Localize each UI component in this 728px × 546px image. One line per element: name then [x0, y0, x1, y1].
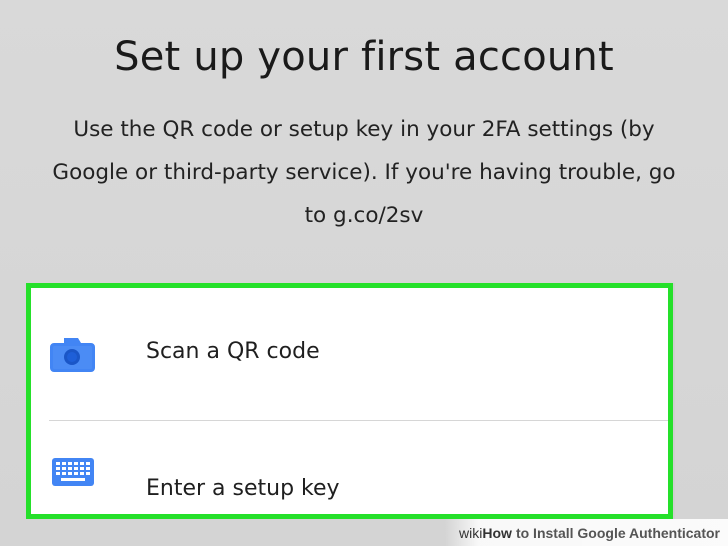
screen: Set up your first account Use the QR cod…	[0, 0, 728, 546]
enter-setup-key-label: Enter a setup key	[146, 476, 340, 501]
subtitle-line-2: Google or third-party service). If you'r…	[52, 160, 676, 185]
enter-setup-key-option[interactable]: Enter a setup key	[31, 421, 668, 519]
options-card: Scan a QR code Enter a setup key	[26, 283, 673, 519]
subtitle-line-3: to g.co/2sv	[304, 203, 424, 228]
card-edge	[673, 283, 675, 519]
camera-icon	[50, 334, 96, 374]
scan-qr-option[interactable]: Scan a QR code	[31, 288, 668, 421]
page-title: Set up your first account	[114, 34, 614, 80]
subtitle-line-1: Use the QR code or setup key in your 2FA…	[73, 117, 655, 142]
page-subtitle: Use the QR code or setup key in your 2FA…	[50, 108, 678, 237]
watermark-title: to Install Google Authenticator	[515, 524, 720, 541]
watermark-how: How	[482, 524, 512, 541]
watermark-wiki: wiki	[459, 524, 483, 541]
keyboard-icon	[50, 453, 96, 493]
scan-qr-label: Scan a QR code	[146, 339, 320, 364]
watermark: wiki How to Install Google Authenticator	[445, 519, 728, 546]
